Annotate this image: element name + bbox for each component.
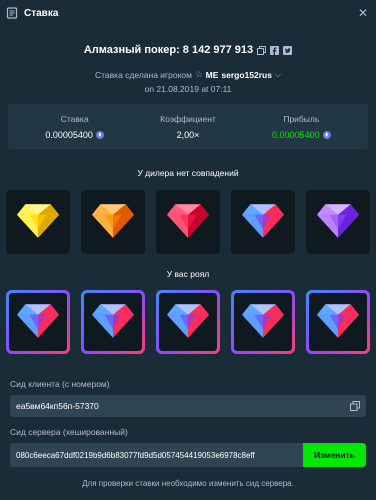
blue-gem-icon: [317, 302, 359, 342]
stat-multiplier-label: Коэффициент: [160, 113, 216, 124]
dealer-gem-tile: [6, 190, 70, 254]
blue-gem-icon: [242, 302, 284, 342]
dealer-gem-tile: [231, 190, 295, 254]
stat-multiplier: Коэффициент 2,00×: [132, 114, 244, 140]
stat-profit-value: 0.00005400: [272, 129, 320, 140]
player-gem-tile: [231, 290, 295, 354]
blue-gem-icon: [17, 302, 59, 342]
change-seed-button[interactable]: Изменить: [303, 443, 366, 467]
star-icon: ☆: [194, 69, 203, 79]
copy-icon[interactable]: [350, 401, 360, 411]
stat-profit-label: Прибыль: [283, 113, 320, 124]
facebook-icon[interactable]: [270, 45, 280, 55]
server-seed-row: 080c6eeca67ddf0219b9d6b83077fd9d5d057454…: [10, 443, 366, 467]
player-gem-tile: [81, 290, 145, 354]
dealer-gems-row: [0, 190, 376, 254]
player-gems-row: [0, 290, 376, 354]
client-seed-label: Сид клиента (с номером): [10, 379, 110, 389]
game-line: Алмазный покер: 8 142 977 913: [0, 44, 376, 56]
dealer-result-title: У дилера нет совпадений: [137, 168, 239, 178]
stat-multiplier-value: 2,00×: [176, 129, 200, 140]
red-gem-icon: [167, 202, 209, 242]
player-gem-tile: [156, 290, 220, 354]
blue-gem-icon: [242, 202, 284, 242]
purple-gem-icon: [317, 202, 359, 242]
stat-profit: Прибыль 0.00005400: [245, 114, 357, 140]
eth-coin-icon: [95, 130, 104, 139]
modal-title: Ставка: [24, 7, 59, 19]
stat-profit-value-row: 0.00005400: [245, 130, 357, 140]
stat-bet-label: Ставка: [60, 113, 89, 124]
bet-stats-panel: Ставка 0.00005400 Коэффициент 2,00× Приб…: [8, 104, 368, 149]
client-seed-field[interactable]: ea5вм64кп56п-57370: [10, 395, 366, 417]
player-result-title: У вас роял: [166, 269, 210, 279]
dealer-gem-tile: [156, 190, 220, 254]
client-seed-value: ea5вм64кп56п-57370: [16, 401, 99, 411]
rank-badge: ME: [205, 69, 219, 80]
verify-note: Для проверки ставки необходимо изменить …: [82, 479, 294, 488]
player-gem-tile: [306, 290, 370, 354]
server-seed-value: 080c6eeca67ddf0219b9d6b83077fd9d5d057454…: [16, 450, 255, 460]
placed-by-label: Ставка сделана игроком: [94, 69, 192, 80]
receipt-icon: [6, 7, 18, 19]
stat-bet-value-row: 0.00005400: [19, 130, 131, 140]
orange-gem-icon: [92, 202, 134, 242]
close-icon[interactable]: ✕: [358, 6, 368, 20]
game-id-text: Алмазный покер: 8 142 977 913: [83, 44, 254, 56]
dealer-gem-tile: [306, 190, 370, 254]
yellow-gem-icon: [17, 202, 59, 242]
twitter-icon[interactable]: [283, 45, 293, 55]
copy-icon[interactable]: [257, 45, 267, 55]
dealer-gem-tile: [81, 190, 145, 254]
placed-by-line: Ставка сделана игроком ☆ ME sergo152rus …: [0, 69, 376, 80]
bet-header: Алмазный покер: 8 142 977 913 Ставка сде…: [0, 26, 376, 94]
blue-gem-icon: [167, 302, 209, 342]
modal-titlebar: Ставка ✕: [0, 0, 376, 26]
player-gem-tile: [6, 290, 70, 354]
chevron-down-icon[interactable]: ⌵: [275, 70, 281, 80]
bet-date: on 21.08.2019 at 07:11: [144, 84, 232, 94]
blue-gem-icon: [92, 302, 134, 342]
server-seed-field[interactable]: 080c6eeca67ddf0219b9d6b83077fd9d5d057454…: [10, 443, 303, 467]
username-link[interactable]: sergo152rus: [221, 70, 272, 80]
stat-bet: Ставка 0.00005400: [19, 114, 131, 140]
server-seed-label: Сид сервера (хешированный): [10, 427, 128, 437]
eth-coin-icon: [322, 130, 331, 139]
stat-bet-value: 0.00005400: [45, 129, 93, 140]
